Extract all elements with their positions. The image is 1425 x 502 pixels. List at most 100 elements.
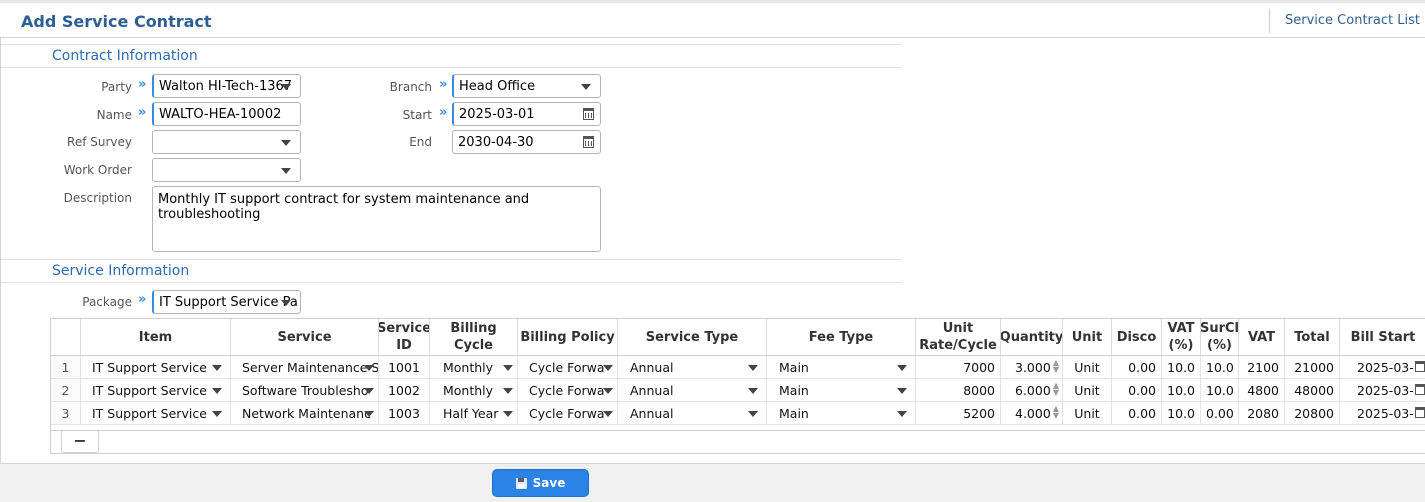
grid-cell-bill-start[interactable]: 2025-03- — [1340, 356, 1425, 379]
chevron-down-icon — [503, 365, 513, 371]
grid-header-surcharge-pct[interactable]: SurCl (%) — [1201, 319, 1239, 356]
cell-value: Main — [779, 383, 809, 398]
grid-header-unit-rate[interactable]: Unit Rate/Cycle — [916, 319, 1001, 356]
grid-cell-surcharge-pct[interactable]: 10.0 — [1201, 356, 1239, 379]
remove-row-button[interactable]: − — [61, 430, 99, 453]
grid-header-quantity[interactable]: Quantity — [1001, 319, 1063, 356]
grid-cell-service-type[interactable]: Annual — [618, 379, 767, 402]
grid-header-service-type[interactable]: Service Type — [618, 319, 767, 356]
branch-label: Branch — [389, 80, 432, 94]
grid-cell-vat: 2080 — [1239, 402, 1285, 425]
required-icon: » — [138, 292, 147, 307]
calendar-icon[interactable] — [1415, 407, 1425, 418]
grid-cell-fee-type[interactable]: Main — [767, 402, 916, 425]
spinner-icon[interactable]: ▲ ▼ — [1052, 405, 1060, 420]
grid-cell-surcharge-pct[interactable]: 0.00 — [1201, 402, 1239, 425]
grid-cell-unit-rate[interactable]: 5200 — [916, 402, 1001, 425]
party-label: Party — [101, 80, 132, 94]
grid-cell-billing-cycle[interactable]: Monthly — [430, 379, 518, 402]
calendar-icon[interactable] — [1415, 384, 1425, 395]
calendar-icon[interactable] — [583, 136, 594, 148]
start-date-input[interactable]: 2025-03-01 — [452, 102, 601, 126]
ref-survey-select[interactable] — [152, 130, 301, 154]
grid-header-vat[interactable]: VAT — [1239, 319, 1285, 356]
end-date-input[interactable]: 2030-04-30 — [452, 130, 601, 154]
package-label: Package — [82, 295, 132, 309]
grid-cell-fee-type[interactable]: Main — [767, 356, 916, 379]
grid-cell-service[interactable]: Software Troublesho — [231, 379, 379, 402]
chevron-down-icon — [897, 411, 907, 417]
grid-cell-billing-cycle[interactable]: Monthly — [430, 356, 518, 379]
calendar-icon[interactable] — [583, 108, 594, 120]
chevron-down-icon — [281, 84, 291, 90]
grid-cell-vat-pct[interactable]: 10.0 — [1162, 402, 1201, 425]
grid-cell-service-type[interactable]: Annual — [618, 356, 767, 379]
grid-cell-item[interactable]: IT Support Service — [81, 356, 231, 379]
description-textarea[interactable]: Monthly IT support contract for system m… — [152, 186, 601, 252]
grid-cell-billing-policy[interactable]: Cycle Forwa — [518, 402, 618, 425]
grid-cell-discount[interactable]: 0.00 — [1112, 379, 1162, 402]
grid-header-fee-type[interactable]: Fee Type — [767, 319, 916, 356]
grid-cell-quantity[interactable]: 4.000 ▲ ▼ — [1001, 402, 1063, 425]
spinner-icon[interactable]: ▲ ▼ — [1052, 382, 1060, 397]
grid-cell-bill-start[interactable]: 2025-03- — [1340, 402, 1425, 425]
chevron-down-icon — [212, 388, 222, 394]
chevron-down-icon — [603, 411, 613, 417]
grid-cell-service[interactable]: Network Maintenanc — [231, 402, 379, 425]
branch-select[interactable]: Head Office — [452, 74, 601, 98]
grid-cell-service[interactable]: Server Maintenance S — [231, 356, 379, 379]
grid-cell-fee-type[interactable]: Main — [767, 379, 916, 402]
grid-cell-unit-rate[interactable]: 7000 — [916, 356, 1001, 379]
grid-cell-quantity[interactable]: 6.000 ▲ ▼ — [1001, 379, 1063, 402]
grid-cell-quantity[interactable]: 3.000 ▲ ▼ — [1001, 356, 1063, 379]
grid-cell-billing-cycle[interactable]: Half Year — [430, 402, 518, 425]
grid-cell-service-id: 1002 — [379, 379, 430, 402]
grid-header-total[interactable]: Total — [1285, 319, 1340, 356]
grid-cell-unit-rate[interactable]: 8000 — [916, 379, 1001, 402]
grid-header-billing-cycle[interactable]: Billing Cycle — [430, 319, 518, 356]
calendar-icon[interactable] — [1415, 361, 1425, 372]
grid-cell-billing-policy[interactable]: Cycle Forwa — [518, 379, 618, 402]
spinner-icon[interactable]: ▲ ▼ — [1052, 359, 1060, 374]
grid-cell-total: 21000 — [1285, 356, 1340, 379]
cell-value: Software Troublesho — [242, 383, 369, 398]
cell-value: Main — [779, 406, 809, 421]
grid-header-item[interactable]: Item — [81, 319, 231, 356]
grid-cell-discount[interactable]: 0.00 — [1112, 402, 1162, 425]
service-contract-list-link[interactable]: Service Contract List — [1285, 13, 1420, 28]
grid-header-discount[interactable]: Disco — [1112, 319, 1162, 356]
grid-cell-discount[interactable]: 0.00 — [1112, 356, 1162, 379]
package-select[interactable]: IT Support Service Pa — [152, 290, 301, 314]
grid-cell-billing-policy[interactable]: Cycle Forwa — [518, 356, 618, 379]
chevron-down-icon — [364, 365, 374, 371]
chevron-down-icon — [212, 365, 222, 371]
name-input[interactable]: WALTO-HEA-10002 — [152, 102, 301, 126]
party-select[interactable]: Walton HI-Tech-1367 — [152, 74, 301, 98]
end-label: End — [409, 135, 432, 149]
floppy-disk-icon — [515, 477, 527, 489]
grid-cell-vat-pct[interactable]: 10.0 — [1162, 379, 1201, 402]
save-button[interactable]: Save — [492, 469, 589, 497]
grid-cell-item[interactable]: IT Support Service — [81, 402, 231, 425]
grid-header-billing-policy[interactable]: Billing Policy — [518, 319, 618, 356]
cell-value: Cycle Forwa — [529, 383, 605, 398]
grid-header-unit[interactable]: Unit — [1063, 319, 1112, 356]
work-order-label: Work Order — [63, 163, 132, 177]
required-icon: » — [439, 77, 448, 92]
grid-header-service-id[interactable]: Service ID — [379, 319, 430, 356]
work-order-select[interactable] — [152, 158, 301, 182]
grid-header-vat-pct[interactable]: VAT (%) — [1162, 319, 1201, 356]
cell-value: 6.000 — [1015, 383, 1051, 398]
grid-cell-vat-pct[interactable]: 10.0 — [1162, 356, 1201, 379]
grid-header-bill-start[interactable]: Bill Start — [1340, 319, 1425, 356]
grid-cell-surcharge-pct[interactable]: 10.0 — [1201, 379, 1239, 402]
grid-header-rownum — [51, 319, 81, 356]
grid-cell-service-type[interactable]: Annual — [618, 402, 767, 425]
grid-cell-item[interactable]: IT Support Service — [81, 379, 231, 402]
cell-value: Main — [779, 360, 809, 375]
cell-value: IT Support Service — [92, 406, 207, 421]
chevron-down-icon — [364, 388, 374, 394]
grid-cell-bill-start[interactable]: 2025-03- — [1340, 379, 1425, 402]
grid-header-service[interactable]: Service — [231, 319, 379, 356]
cell-value: Server Maintenance S — [242, 360, 379, 375]
